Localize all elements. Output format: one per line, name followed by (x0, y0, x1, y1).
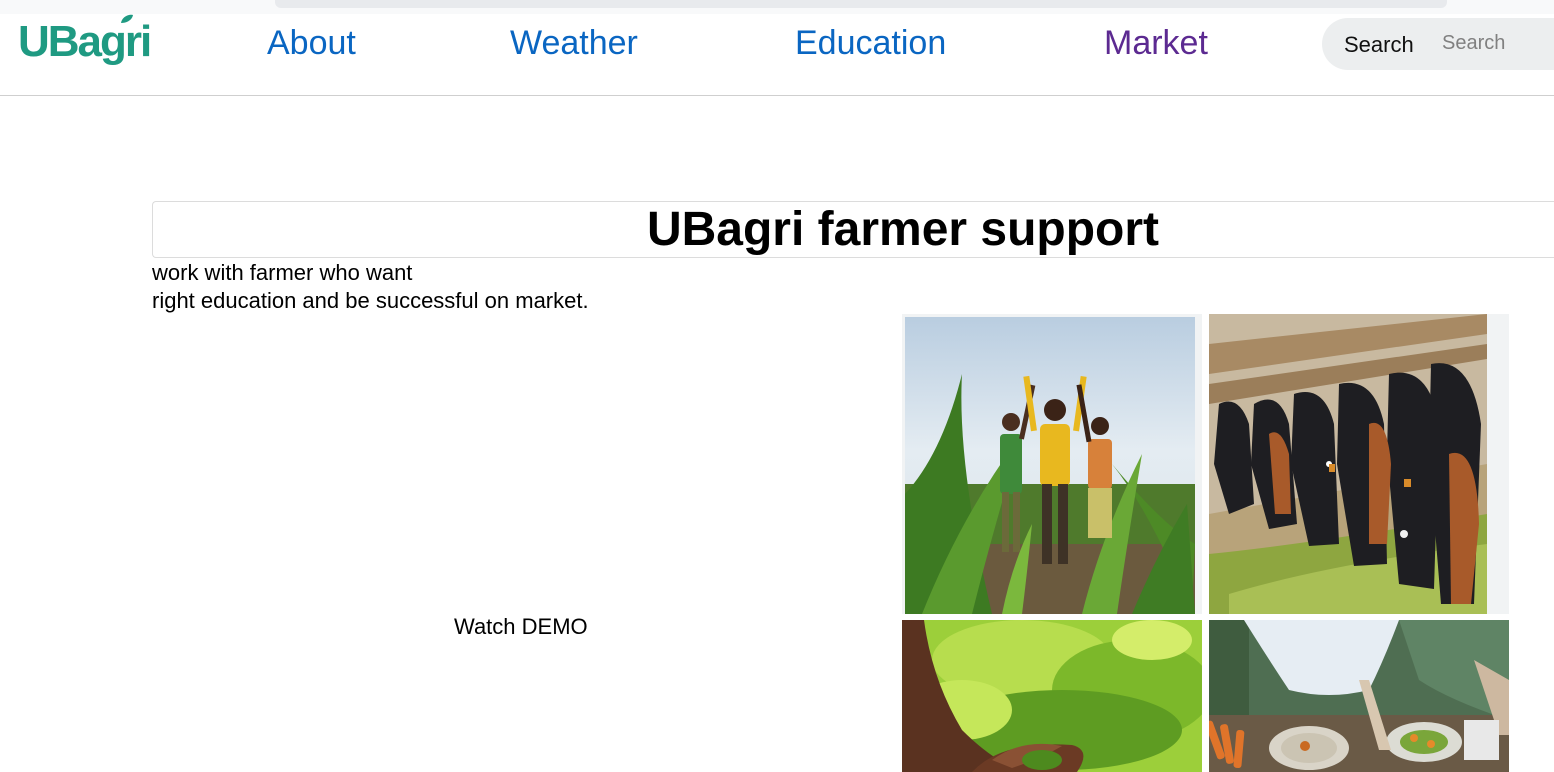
search-label: Search (1344, 32, 1414, 57)
address-bar[interactable] (275, 0, 1447, 8)
nav-link-about[interactable]: About (267, 23, 356, 63)
site-navbar: UBagri About Weather Education Market Se… (0, 14, 1554, 96)
food-preparation-photo-icon (1209, 620, 1509, 772)
brand-name: UBagri (18, 17, 152, 66)
hero-description-line-2: right education and be successful on mar… (152, 288, 589, 313)
leaf-icon (121, 14, 133, 23)
nav-link-weather[interactable]: Weather (510, 23, 638, 63)
gallery-image-food (1209, 620, 1509, 772)
watch-demo-button[interactable]: Watch DEMO (454, 614, 588, 640)
brand-logo[interactable]: UBagri (18, 14, 152, 70)
gallery-image-cattle (1209, 314, 1509, 614)
gallery-image-tea (902, 620, 1202, 772)
nav-link-market[interactable]: Market (1104, 23, 1208, 63)
farmers-in-maize-field-photo-icon (905, 317, 1195, 614)
hero-title-box: UBagri farmer support (152, 201, 1554, 258)
hero-description-line-1: work with farmer who want (152, 260, 413, 285)
gallery-image-farmers (902, 314, 1202, 614)
browser-toolbar-strip (0, 0, 1554, 14)
nav-link-education[interactable]: Education (795, 23, 946, 63)
cattle-feeding-photo-icon (1209, 314, 1509, 614)
tea-leaves-harvest-photo-icon (902, 620, 1202, 772)
search-input[interactable] (1434, 28, 1554, 58)
hero-title: UBagri farmer support (646, 203, 1160, 256)
search-form: Search (1322, 18, 1554, 70)
